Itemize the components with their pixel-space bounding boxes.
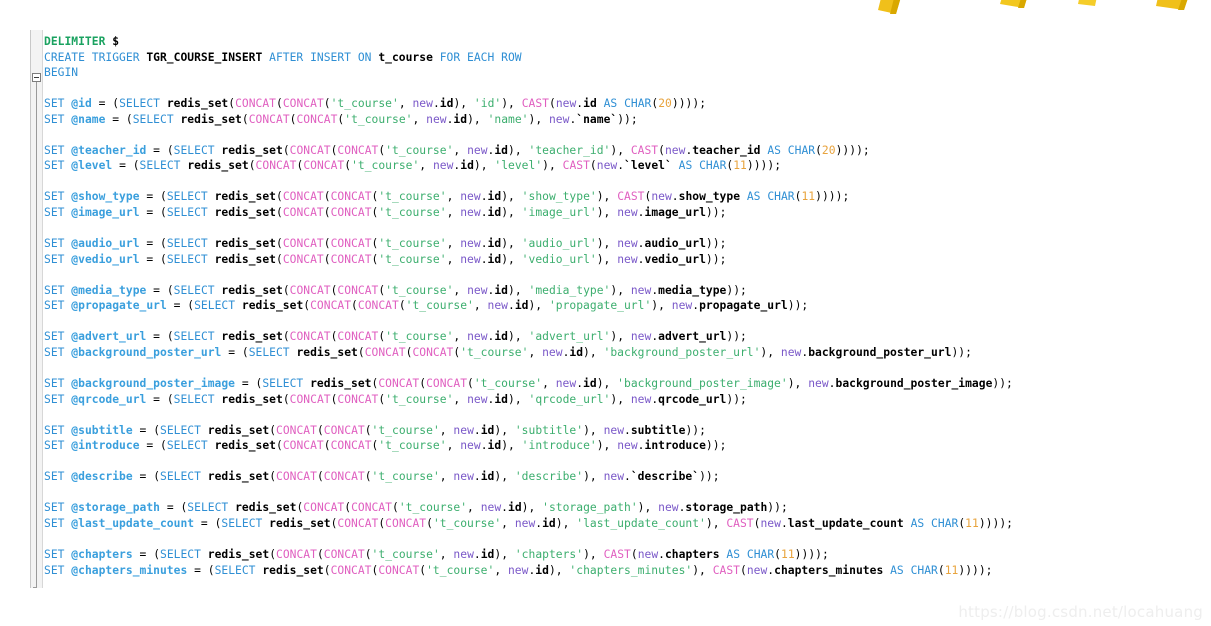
editor-gutter bbox=[31, 30, 43, 588]
gold-confetti-decor bbox=[0, 0, 1211, 18]
code-line[interactable]: SET @audio_url = (SELECT redis_set(CONCA… bbox=[44, 236, 1211, 252]
code-line[interactable]: DELIMITER $ bbox=[44, 34, 1211, 50]
code-line[interactable]: SET @chapters_minutes = (SELECT redis_se… bbox=[44, 563, 1211, 579]
code-line[interactable]: SET @chapters = (SELECT redis_set(CONCAT… bbox=[44, 547, 1211, 563]
code-line[interactable]: SET @background_poster_url = (SELECT red… bbox=[44, 345, 1211, 361]
code-line[interactable]: SET @describe = (SELECT redis_set(CONCAT… bbox=[44, 469, 1211, 485]
code-line[interactable]: CREATE TRIGGER TGR_COURSE_INSERT AFTER I… bbox=[44, 50, 1211, 66]
code-fold-collapse-icon[interactable] bbox=[32, 73, 41, 82]
code-line[interactable]: SET @level = (SELECT redis_set(CONCAT(CO… bbox=[44, 158, 1211, 174]
sql-code-editor[interactable]: DELIMITER $ CREATE TRIGGER TGR_COURSE_INS… bbox=[30, 30, 1211, 588]
code-line[interactable]: SET @propagate_url = (SELECT redis_set(C… bbox=[44, 298, 1211, 314]
code-line[interactable]: BEGIN bbox=[44, 65, 1211, 81]
code-line[interactable]: SET @advert_url = (SELECT redis_set(CONC… bbox=[44, 329, 1211, 345]
code-fold-range-line bbox=[33, 82, 37, 588]
code-line[interactable]: SET @teacher_id = (SELECT redis_set(CONC… bbox=[44, 143, 1211, 159]
watermark: https://blog.csdn.net/locahuang bbox=[958, 603, 1203, 621]
code-line[interactable]: SET @show_type = (SELECT redis_set(CONCA… bbox=[44, 189, 1211, 205]
code-line[interactable]: SET @qrcode_url = (SELECT redis_set(CONC… bbox=[44, 392, 1211, 408]
code-line[interactable]: SET @media_type = (SELECT redis_set(CONC… bbox=[44, 283, 1211, 299]
code-line[interactable]: SET @last_update_count = (SELECT redis_s… bbox=[44, 516, 1211, 532]
code-line[interactable]: SET @id = (SELECT redis_set(CONCAT(CONCA… bbox=[44, 96, 1211, 112]
code-line[interactable]: SET @introduce = (SELECT redis_set(CONCA… bbox=[44, 438, 1211, 454]
code-line[interactable]: SET @image_url = (SELECT redis_set(CONCA… bbox=[44, 205, 1211, 221]
code-line[interactable]: SET @background_poster_image = (SELECT r… bbox=[44, 376, 1211, 392]
code-line[interactable]: SET @storage_path = (SELECT redis_set(CO… bbox=[44, 500, 1211, 516]
code-content[interactable]: DELIMITER $ CREATE TRIGGER TGR_COURSE_INS… bbox=[44, 34, 1211, 578]
code-line[interactable]: SET @subtitle = (SELECT redis_set(CONCAT… bbox=[44, 423, 1211, 439]
code-line[interactable]: SET @name = (SELECT redis_set(CONCAT(CON… bbox=[44, 112, 1211, 128]
code-line[interactable]: SET @vedio_url = (SELECT redis_set(CONCA… bbox=[44, 252, 1211, 268]
